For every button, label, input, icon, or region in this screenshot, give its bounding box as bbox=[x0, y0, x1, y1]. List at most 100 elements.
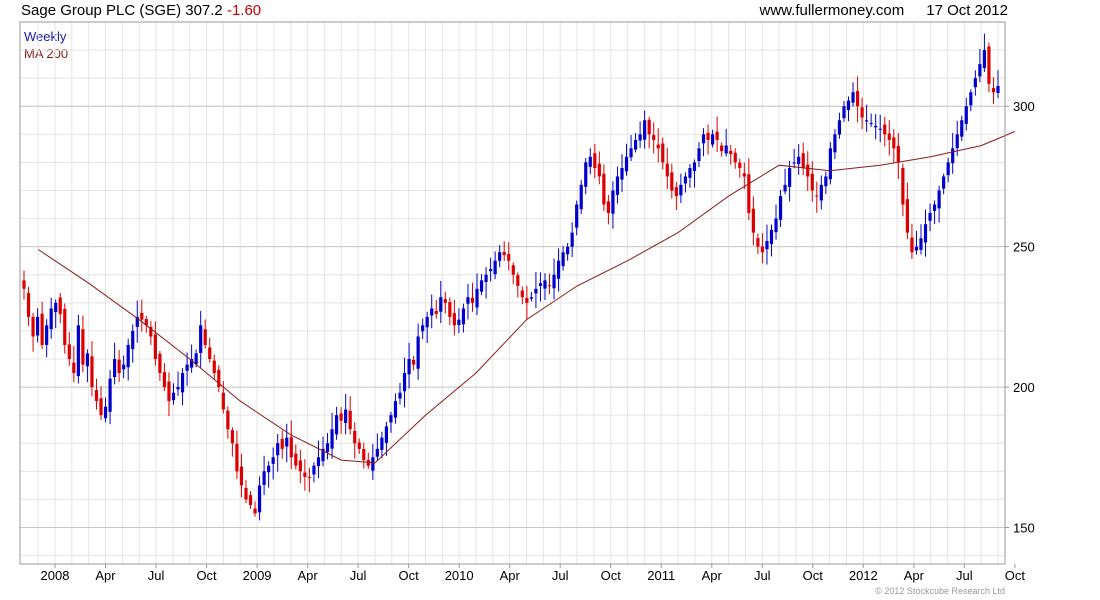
candle bbox=[63, 303, 67, 354]
candle-body bbox=[575, 204, 579, 228]
candle-body bbox=[710, 134, 715, 145]
candle bbox=[579, 180, 583, 215]
candle-body bbox=[99, 398, 103, 416]
candle bbox=[484, 267, 488, 299]
candle-body bbox=[285, 437, 289, 447]
candle-body bbox=[94, 390, 99, 402]
candle-body bbox=[928, 212, 932, 221]
candle bbox=[452, 299, 456, 336]
candle-body bbox=[153, 334, 157, 359]
candle bbox=[525, 285, 529, 320]
candle-body bbox=[724, 145, 728, 154]
candle-body bbox=[942, 176, 946, 189]
candle-body bbox=[316, 457, 321, 467]
candle-body bbox=[312, 465, 316, 475]
candle-body bbox=[407, 358, 411, 375]
candle-body bbox=[45, 325, 49, 345]
x-tick-label: 2010 bbox=[445, 568, 474, 583]
candle bbox=[425, 311, 429, 344]
candle-body bbox=[221, 392, 225, 410]
x-tick-label: Jul bbox=[754, 568, 771, 583]
candle-body bbox=[806, 164, 810, 177]
x-tick-label: Oct bbox=[1005, 568, 1026, 583]
candle bbox=[280, 430, 284, 459]
candle-body bbox=[54, 302, 58, 313]
candle bbox=[720, 142, 724, 157]
candle-body bbox=[674, 187, 678, 197]
candle-body bbox=[661, 143, 665, 163]
candle bbox=[883, 116, 887, 147]
candle bbox=[402, 357, 407, 408]
candle bbox=[353, 422, 357, 459]
candle-body bbox=[511, 265, 515, 275]
candle-body bbox=[167, 381, 171, 402]
candle-body bbox=[973, 78, 977, 88]
candle-body bbox=[194, 353, 198, 365]
x-tick-label: Apr bbox=[500, 568, 521, 583]
candle-body bbox=[253, 508, 257, 514]
candle-body bbox=[937, 190, 941, 209]
candle bbox=[217, 365, 221, 393]
candle-body bbox=[85, 353, 90, 367]
candle-body bbox=[330, 429, 334, 449]
candle-body bbox=[140, 312, 144, 320]
candle bbox=[294, 444, 298, 470]
x-tick-label: Apr bbox=[702, 568, 723, 583]
candle-body bbox=[294, 453, 298, 466]
candle-body bbox=[556, 260, 561, 279]
candle bbox=[969, 89, 973, 112]
candle-body bbox=[729, 150, 733, 154]
candle-body bbox=[611, 190, 615, 214]
candle bbox=[706, 124, 710, 155]
candle-body bbox=[448, 302, 452, 317]
candle bbox=[339, 407, 343, 434]
x-tick-label: 2011 bbox=[647, 568, 675, 583]
candle-body bbox=[996, 86, 1000, 93]
candle-body bbox=[679, 184, 683, 196]
candle bbox=[806, 151, 810, 191]
candle bbox=[602, 164, 606, 211]
candle bbox=[257, 476, 262, 521]
candle-body bbox=[226, 410, 230, 430]
candle-body bbox=[955, 134, 959, 149]
candle-body bbox=[484, 274, 488, 283]
candle bbox=[113, 342, 117, 385]
x-tick-label: 2012 bbox=[849, 568, 878, 583]
candle-body bbox=[103, 406, 108, 419]
candle-body bbox=[298, 460, 302, 472]
candle bbox=[366, 452, 370, 469]
candle bbox=[45, 319, 49, 358]
candle-body bbox=[815, 195, 819, 197]
candle bbox=[212, 354, 216, 381]
candle-body bbox=[865, 120, 869, 122]
candle-body bbox=[430, 308, 434, 316]
candle-body bbox=[117, 359, 121, 374]
candle bbox=[724, 128, 728, 157]
candle bbox=[815, 181, 819, 213]
candle-body bbox=[466, 297, 470, 304]
candle bbox=[878, 114, 882, 143]
candle-body bbox=[819, 184, 823, 201]
candle bbox=[516, 272, 520, 298]
candle-body bbox=[384, 426, 389, 443]
candle-body bbox=[765, 241, 769, 250]
candle bbox=[226, 406, 230, 439]
candle bbox=[99, 386, 103, 420]
candle-body bbox=[706, 132, 710, 140]
candle bbox=[158, 350, 162, 381]
candle-body bbox=[860, 107, 864, 118]
candle-body bbox=[964, 106, 968, 124]
candle bbox=[371, 444, 375, 480]
candle-body bbox=[452, 313, 456, 326]
candle-body bbox=[126, 344, 130, 368]
candle-body bbox=[507, 254, 511, 261]
candle-body bbox=[647, 119, 651, 135]
candle bbox=[996, 70, 1000, 99]
candle-body bbox=[837, 120, 842, 135]
candle-body bbox=[788, 168, 792, 187]
candle-body bbox=[579, 184, 583, 210]
candle-body bbox=[715, 131, 719, 140]
candle-body bbox=[760, 246, 765, 253]
candle-body bbox=[371, 457, 375, 471]
candle bbox=[393, 393, 398, 424]
